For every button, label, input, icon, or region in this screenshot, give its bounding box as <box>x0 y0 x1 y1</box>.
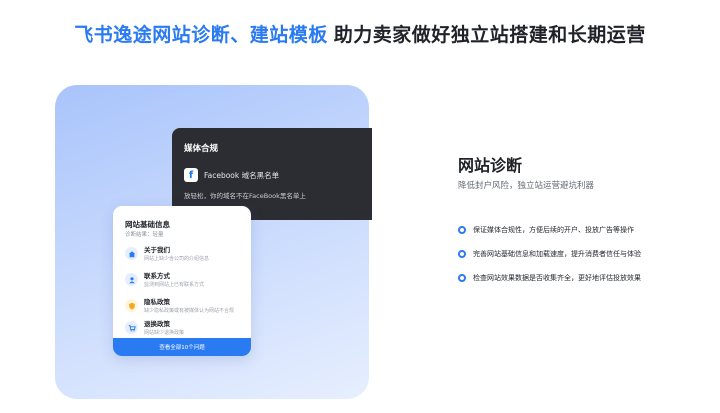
view-all-issues-button[interactable]: 查看全部10个问题 <box>113 338 251 356</box>
shield-icon <box>125 299 138 312</box>
facebook-icon: f <box>184 168 198 182</box>
facebook-blacklist-row: f Facebook 域名黑名单 <box>184 168 360 182</box>
section-subtitle: 降低封户风险，独立站运营避坑利器 <box>458 181 595 191</box>
info-item-title: 联系方式 <box>144 272 170 280</box>
headline-rest: 助力卖家做好独立站搭建和长期运营 <box>333 24 646 46</box>
info-item-privacy: 隐私政策 缺少隐私政策或有被媒体认为网站不合规 <box>125 298 245 316</box>
page-headline: 飞书逸途网站诊断、建站模板 助力卖家做好独立站搭建和长期运营 <box>0 20 720 47</box>
info-item-desc: 网站上缺少含公司的介绍信息 <box>144 256 210 262</box>
info-item-title: 隐私政策 <box>144 298 170 306</box>
compliance-card-title: 媒体合规 <box>184 144 219 154</box>
home-icon <box>125 247 138 260</box>
facebook-blacklist-label: Facebook 域名黑名单 <box>204 170 280 180</box>
info-item-title: 退换政策 <box>144 320 170 328</box>
feature-text: 完善网站基础信息和加载速度，提升消费者信任与体验 <box>473 250 641 258</box>
bullet-icon <box>458 226 466 234</box>
info-item-desc: 网站缺少退换政策 <box>144 330 185 336</box>
info-item-about-us: 关于我们 网站上缺少含公司的介绍信息 <box>125 246 245 264</box>
info-item-desc: 缺少隐私政策或有被媒体认为网站不合规 <box>144 308 235 314</box>
site-basic-info-card: 网站基础信息 诊断结果：轻量 关于我们 网站上缺少含公司的介绍信息 联系方式 监… <box>113 206 251 356</box>
feature-text: 保证媒体合规性，方便后续的开户、投放广告等操作 <box>473 226 634 234</box>
contact-icon <box>125 273 138 286</box>
compliance-card-description: 放轻松，你的域名不在FaceBook黑名单上 <box>184 192 306 200</box>
info-item-contact: 联系方式 监测到网站上已有联系方式 <box>125 272 245 290</box>
feature-text: 检查网站效果数据是否收集齐全，更好地评估投放效果 <box>473 274 641 282</box>
info-item-title: 关于我们 <box>144 246 170 254</box>
info-card-subtitle: 诊断结果：轻量 <box>125 232 164 238</box>
headline-highlight: 飞书逸途网站诊断、建站模板 <box>74 24 328 46</box>
bullet-icon <box>458 250 466 258</box>
info-item-desc: 监测到网站上已有联系方式 <box>144 282 205 288</box>
info-card-title: 网站基础信息 <box>125 220 170 229</box>
section-title: 网站诊断 <box>458 156 523 175</box>
feature-item: 完善网站基础信息和加载速度，提升消费者信任与体验 <box>458 248 698 260</box>
bullet-icon <box>458 274 466 282</box>
feature-list: 保证媒体合规性，方便后续的开户、投放广告等操作 完善网站基础信息和加载速度，提升… <box>458 224 698 296</box>
info-item-return: 退换政策 网站缺少退换政策 <box>125 320 245 338</box>
cart-icon <box>125 321 138 334</box>
feature-item: 检查网站效果数据是否收集齐全，更好地评估投放效果 <box>458 272 698 284</box>
feature-item: 保证媒体合规性，方便后续的开户、投放广告等操作 <box>458 224 698 236</box>
